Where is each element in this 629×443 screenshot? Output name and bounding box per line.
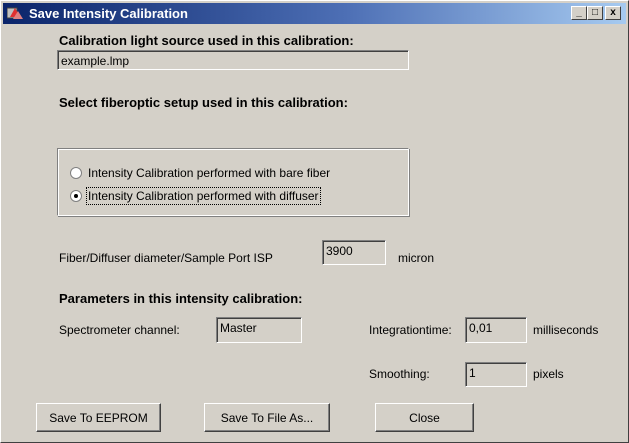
smoothing-unit: pixels [533, 367, 564, 381]
diameter-field[interactable]: 3900 [322, 240, 386, 265]
app-icon [7, 7, 23, 19]
radio-bare-fiber-label: Intensity Calibration performed with bar… [88, 166, 331, 180]
radio-diffuser-label: Intensity Calibration performed with dif… [86, 187, 321, 205]
parameters-heading: Parameters in this intensity calibration… [59, 291, 303, 306]
channel-field[interactable]: Master [216, 317, 302, 343]
fiberoptic-setup-label: Select fiberoptic setup used in this cal… [59, 95, 348, 110]
close-button[interactable]: Close [375, 403, 474, 432]
diameter-unit: micron [398, 251, 435, 265]
dialog-window: Save Intensity Calibration _ □ x Calibra… [0, 0, 629, 443]
maximize-icon: □ [591, 7, 599, 18]
fiberoptic-setup-group: Intensity Calibration performed with bar… [57, 148, 409, 216]
save-to-eeprom-button[interactable]: Save To EEPROM [36, 403, 161, 432]
channel-label: Spectrometer channel: [59, 323, 180, 337]
radio-button-icon[interactable] [70, 167, 82, 179]
window-title: Save Intensity Calibration [29, 6, 188, 21]
save-to-file-button[interactable]: Save To File As... [204, 403, 330, 432]
integration-field[interactable]: 0,01 [465, 317, 527, 343]
light-source-field[interactable]: example.lmp [57, 50, 409, 70]
smoothing-field[interactable]: 1 [465, 362, 527, 387]
integration-unit: milliseconds [533, 323, 599, 337]
title-bar[interactable]: Save Intensity Calibration _ □ x [3, 3, 626, 24]
radio-bare-fiber[interactable]: Intensity Calibration performed with bar… [70, 165, 330, 181]
radio-button-selected-icon[interactable] [70, 190, 82, 202]
minimize-button[interactable]: _ [571, 6, 587, 20]
close-icon: x [610, 7, 616, 18]
smoothing-label: Smoothing: [369, 367, 430, 381]
diameter-label: Fiber/Diffuser diameter/Sample Port ISP [59, 251, 273, 265]
radio-diffuser[interactable]: Intensity Calibration performed with dif… [70, 187, 321, 205]
light-source-label: Calibration light source used in this ca… [59, 33, 354, 48]
integration-label: Integrationtime: [369, 323, 452, 337]
minimize-icon: _ [576, 7, 582, 18]
maximize-button[interactable]: □ [587, 6, 603, 20]
close-window-button[interactable]: x [605, 6, 621, 20]
